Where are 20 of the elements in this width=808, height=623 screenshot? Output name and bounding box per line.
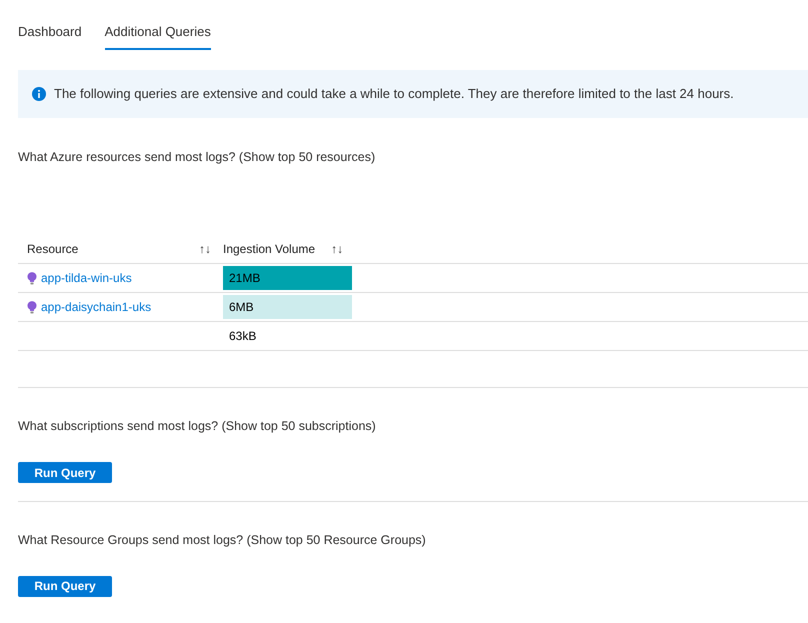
lightbulb-icon (27, 300, 37, 314)
volume-cell: 21MB (223, 266, 352, 290)
run-query-button[interactable]: Run Query (18, 576, 112, 597)
query-question: What Azure resources send most logs? (Show top 50 resources) (18, 148, 376, 166)
lightbulb-icon (27, 272, 37, 285)
tab[interactable]: Dashboard (18, 20, 82, 50)
info-icon (32, 86, 46, 100)
sort-icon[interactable]: ↑↓ (199, 240, 211, 258)
resource-link[interactable]: app-daisychain1-uks (41, 298, 152, 316)
sort-icon[interactable]: ↑↓ (331, 240, 344, 258)
run-query-button[interactable]: Run Query (18, 462, 112, 483)
info-text: The following queries are extensive and could take a while to complete. They are therefore limited to the last 24 hours. (54, 84, 734, 103)
volume-cell-text: 63kB (228, 328, 258, 346)
query-question: What Resource Groups send most logs? (Show top 50 Resource Groups) (18, 532, 427, 549)
resource-link[interactable]: app-tilda-win-uks (41, 269, 132, 288)
tab[interactable]: Additional Queries (104, 20, 211, 50)
column-header[interactable]: Resource (27, 240, 78, 258)
query-question: What subscriptions send most logs? (Show top 50 subscriptions) (18, 418, 377, 436)
column-header[interactable]: Ingestion Volume (223, 240, 316, 258)
volume-cell: 6MB (223, 295, 352, 320)
